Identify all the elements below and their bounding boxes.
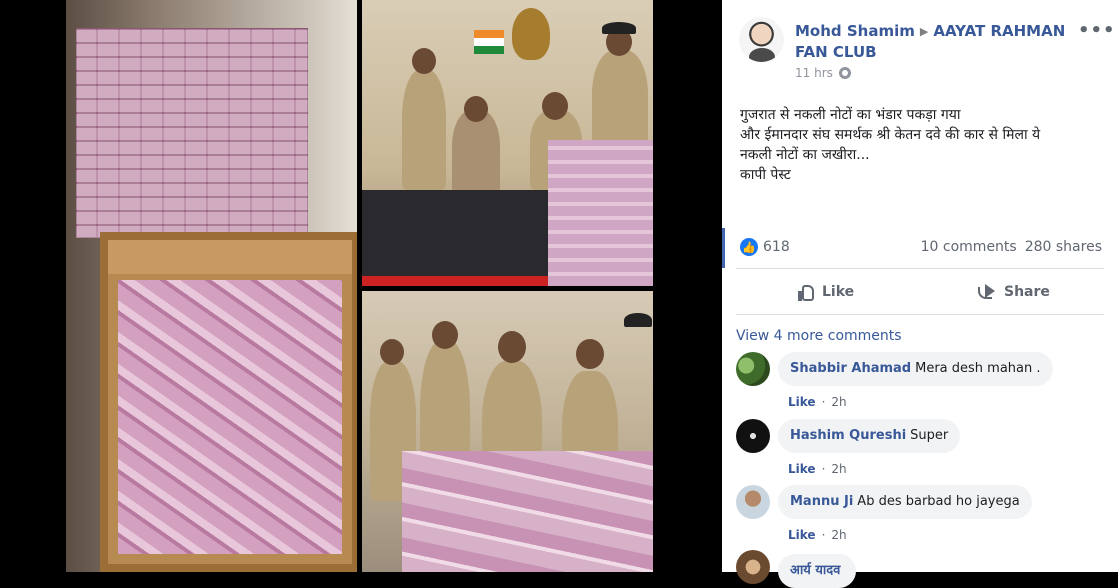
reaction-count[interactable]: 618 [763, 239, 790, 255]
more-options-icon[interactable]: ••• [1078, 20, 1116, 41]
photo-press-conference[interactable] [362, 0, 653, 286]
officer-head [380, 339, 404, 365]
crate-lid-edge [108, 240, 352, 274]
comment-author[interactable]: आर्य यादव [790, 563, 840, 578]
photo-officers-cash[interactable] [362, 291, 653, 572]
view-more-comments-link[interactable]: View 4 more comments [736, 328, 902, 344]
separator: · [821, 462, 826, 476]
flag-stripe [474, 38, 504, 46]
post-header: Mohd Shamim ▶ AAYAT RAHMAN FAN CLUB [795, 21, 1085, 62]
officer-head [464, 96, 488, 122]
share-button[interactable]: Share [976, 278, 1050, 306]
comment-text: Super [910, 428, 949, 443]
author-name-link[interactable]: Mohd Shamim [795, 22, 915, 40]
commenter-avatar[interactable] [736, 550, 770, 584]
comment-text: Mera desh mahan . [915, 361, 1041, 376]
comment-author[interactable]: Mannu Ji [790, 494, 853, 509]
comment-bubble: आर्य यादव [778, 554, 857, 588]
officer-head [542, 92, 568, 120]
post-time-link[interactable]: 11 hrs [795, 66, 833, 80]
post-text: गुजरात से नकली नोटों का भंडार पकड़ा गया … [740, 105, 1110, 185]
cash-stack [76, 28, 308, 238]
officer-head [412, 48, 436, 74]
post-photos [0, 0, 722, 572]
comment-author[interactable]: Shabbir Ahamad [790, 361, 911, 376]
comments-count-link[interactable]: 10 comments [921, 239, 1017, 255]
post-panel: Mohd Shamim ▶ AAYAT RAHMAN FAN CLUB ••• 11… [722, 0, 1118, 588]
divider [736, 268, 1104, 269]
wooden-crate [100, 232, 357, 572]
post-timestamp: 11 hrs [795, 66, 851, 80]
comment-meta: Like · 2h [788, 462, 847, 476]
officer-head [432, 321, 458, 349]
like-button[interactable]: Like [796, 278, 854, 306]
share-arrow-icon [976, 283, 996, 301]
post-text-line: कापी पेस्ट [740, 167, 791, 183]
cash-spread [402, 451, 653, 572]
shares-count-link[interactable]: 280 shares [1025, 239, 1102, 255]
like-reaction-icon: 👍 [740, 238, 758, 256]
cash-pile [548, 140, 653, 286]
post-text-line: और ईमानदार संघ समर्थक श्री केतन दवे की क… [740, 127, 1041, 143]
separator: · [821, 528, 826, 542]
share-button-label: Share [1004, 284, 1050, 300]
globe-icon [838, 67, 851, 79]
like-button-label: Like [822, 284, 855, 300]
comment-like-link[interactable]: Like [788, 462, 816, 476]
divider [736, 314, 1104, 315]
crate-cash [118, 280, 342, 554]
commenter-avatar[interactable] [736, 419, 770, 453]
commenter-avatar[interactable] [736, 485, 770, 519]
comment-time[interactable]: 2h [831, 462, 846, 476]
officer-cap [602, 22, 636, 34]
flag-stripe [474, 30, 504, 38]
comment-meta: Like · 2h [788, 395, 847, 409]
flag-stripe [474, 46, 504, 54]
comment-bubble: Mannu Ji Ab des barbad ho jayega [778, 485, 1032, 519]
officer-head [498, 331, 526, 363]
scroll-indicator [722, 228, 725, 268]
comment-author[interactable]: Hashim Qureshi [790, 428, 906, 443]
post-text-line: गुजरात से नकली नोटों का भंडार पकड़ा गया [740, 107, 961, 123]
comment-time[interactable]: 2h [831, 395, 846, 409]
officer-head [576, 339, 604, 369]
officer-figure [402, 70, 446, 190]
comment-bubble: Hashim Qureshi Super [778, 419, 961, 453]
conference-table [362, 190, 552, 286]
separator: · [821, 395, 826, 409]
comment-meta: Like · 2h [788, 528, 847, 542]
post-stats: 👍 618 10 comments 280 shares [740, 236, 1102, 258]
post-text-line: नकली नोटों का जखीरा... [740, 147, 870, 163]
author-avatar[interactable] [739, 17, 784, 62]
photo-cash-crate[interactable] [66, 0, 357, 572]
commenter-avatar[interactable] [736, 352, 770, 386]
comment-bubble: Shabbir Ahamad Mera desh mahan . [778, 352, 1053, 386]
comment-like-link[interactable]: Like [788, 395, 816, 409]
officer-figure [452, 110, 500, 200]
arrow-right-icon: ▶ [919, 25, 929, 38]
comment-time[interactable]: 2h [831, 528, 846, 542]
officer-cap [624, 313, 652, 327]
police-emblem [512, 8, 550, 60]
comment-text: Ab des barbad ho jayega [857, 494, 1020, 509]
thumbs-up-icon [796, 283, 814, 301]
comment-like-link[interactable]: Like [788, 528, 816, 542]
